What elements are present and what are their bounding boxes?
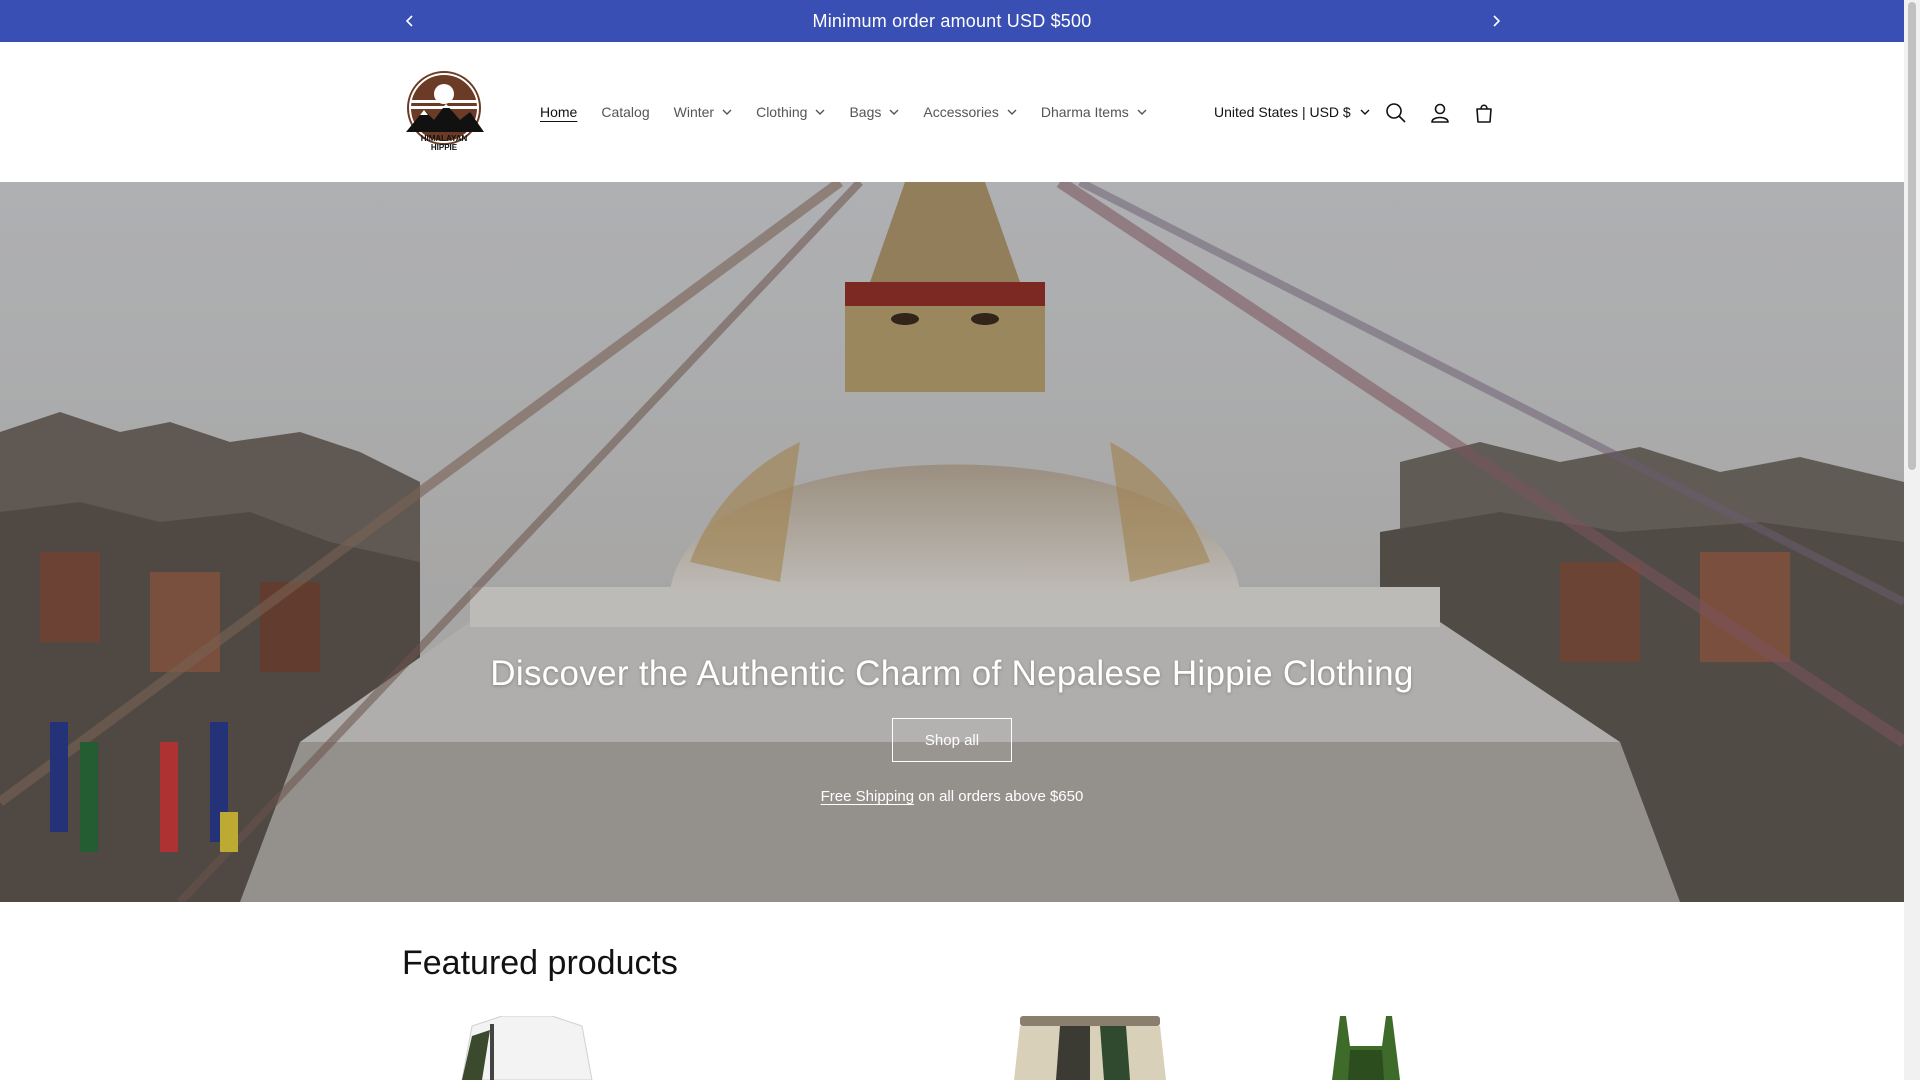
cart-icon — [1476, 104, 1492, 123]
nav-item-catalog[interactable]: Catalog — [601, 104, 649, 120]
chevron-left-icon — [405, 15, 413, 27]
brand-name-line1: HIMALAYAN — [420, 134, 468, 143]
free-shipping-link[interactable]: Free Shipping — [821, 788, 914, 805]
chevron-down-icon — [1007, 109, 1017, 115]
nav-item-home[interactable]: Home — [540, 104, 577, 120]
brand-name: HIMALAYAN HIPPIE — [400, 134, 488, 152]
chevron-down-icon — [1137, 109, 1147, 115]
nav-item-label: Home — [540, 104, 578, 120]
nav-item-label: Dharma Items — [1040, 104, 1129, 120]
hero-title: Discover the Authentic Charm of Nepalese… — [490, 654, 1414, 693]
nav-item-label: Accessories — [923, 104, 999, 120]
nav-item-label: Catalog — [601, 104, 650, 120]
featured-products-title: Featured products — [402, 944, 678, 982]
nav-item-label: Bags — [849, 104, 882, 120]
account-icon — [1431, 103, 1449, 123]
hero-subtext-rest: on all orders above $650 — [914, 788, 1084, 805]
brand-name-line2: HIPPIE — [430, 143, 458, 152]
chevron-down-icon — [1360, 109, 1370, 115]
scrollbar-thumb[interactable] — [1908, 2, 1916, 470]
nav-item-winter[interactable]: Winter — [674, 104, 732, 120]
product-image — [1332, 1016, 1400, 1080]
chevron-down-icon — [815, 109, 825, 115]
product-card[interactable] — [1270, 1016, 1550, 1080]
hero-banner: Discover the Authentic Charm of Nepalese… — [0, 182, 1904, 902]
announcement-prev-button[interactable] — [390, 0, 430, 42]
country-selector-label: United States | USD $ — [1214, 104, 1351, 120]
search-button[interactable] — [1383, 100, 1409, 126]
nav-item-label: Winter — [673, 104, 715, 120]
shop-all-button[interactable]: Shop all — [892, 718, 1012, 762]
cart-button[interactable] — [1471, 100, 1497, 126]
announcement-text: Minimum order amount USD $500 — [812, 10, 1092, 31]
nav-item-dharma-items[interactable]: Dharma Items — [1041, 104, 1147, 120]
chevron-down-icon — [889, 109, 899, 115]
hero-subtext: Free Shipping on all orders above $650 — [0, 788, 1904, 805]
nav-item-label: Clothing — [756, 104, 808, 120]
product-image — [461, 1016, 593, 1080]
main-nav: Home Catalog Winter Clothing Bags Access… — [540, 42, 1171, 182]
product-card[interactable] — [950, 1016, 1230, 1080]
chevron-right-icon — [1493, 15, 1501, 27]
announcement-next-button[interactable] — [1476, 0, 1516, 42]
product-image — [1014, 1016, 1166, 1080]
nav-item-bags[interactable]: Bags — [849, 104, 899, 120]
country-selector[interactable]: United States | USD $ — [1214, 42, 1370, 182]
page-scrollbar[interactable] — [1904, 0, 1920, 1080]
account-button[interactable] — [1427, 100, 1453, 126]
chevron-down-icon — [722, 109, 732, 115]
product-card[interactable] — [402, 1016, 682, 1080]
site-header: HIMALAYAN HIPPIE Home Catalog Winter Clo… — [0, 42, 1904, 183]
search-icon — [1386, 103, 1406, 123]
announcement-bar: Minimum order amount USD $500 — [0, 0, 1904, 42]
nav-item-clothing[interactable]: Clothing — [756, 104, 825, 120]
nav-item-accessories[interactable]: Accessories — [923, 104, 1017, 120]
page: Minimum order amount USD $500 HIMALAYAN … — [0, 0, 1904, 1080]
